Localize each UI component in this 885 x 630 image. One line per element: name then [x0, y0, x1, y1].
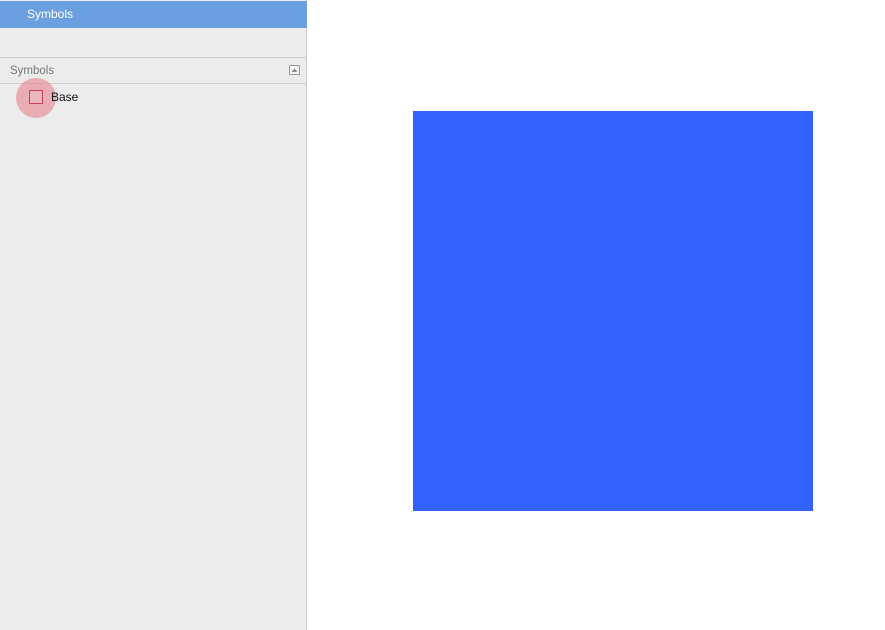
symbol-icon [29, 90, 43, 104]
layer-item-base[interactable]: Base [0, 78, 307, 118]
triangle-up-icon [291, 68, 298, 72]
app-window: Symbols Symbols Base [0, 0, 885, 630]
collapse-section-icon[interactable] [289, 65, 300, 75]
layers-sidebar: Symbols Symbols Base [0, 0, 307, 630]
page-item-label: Symbols [27, 7, 74, 21]
canvas[interactable] [308, 0, 885, 630]
page-item-symbols[interactable]: Symbols [0, 1, 307, 28]
layer-label: Base [51, 90, 79, 104]
artboard-base[interactable] [413, 111, 813, 511]
